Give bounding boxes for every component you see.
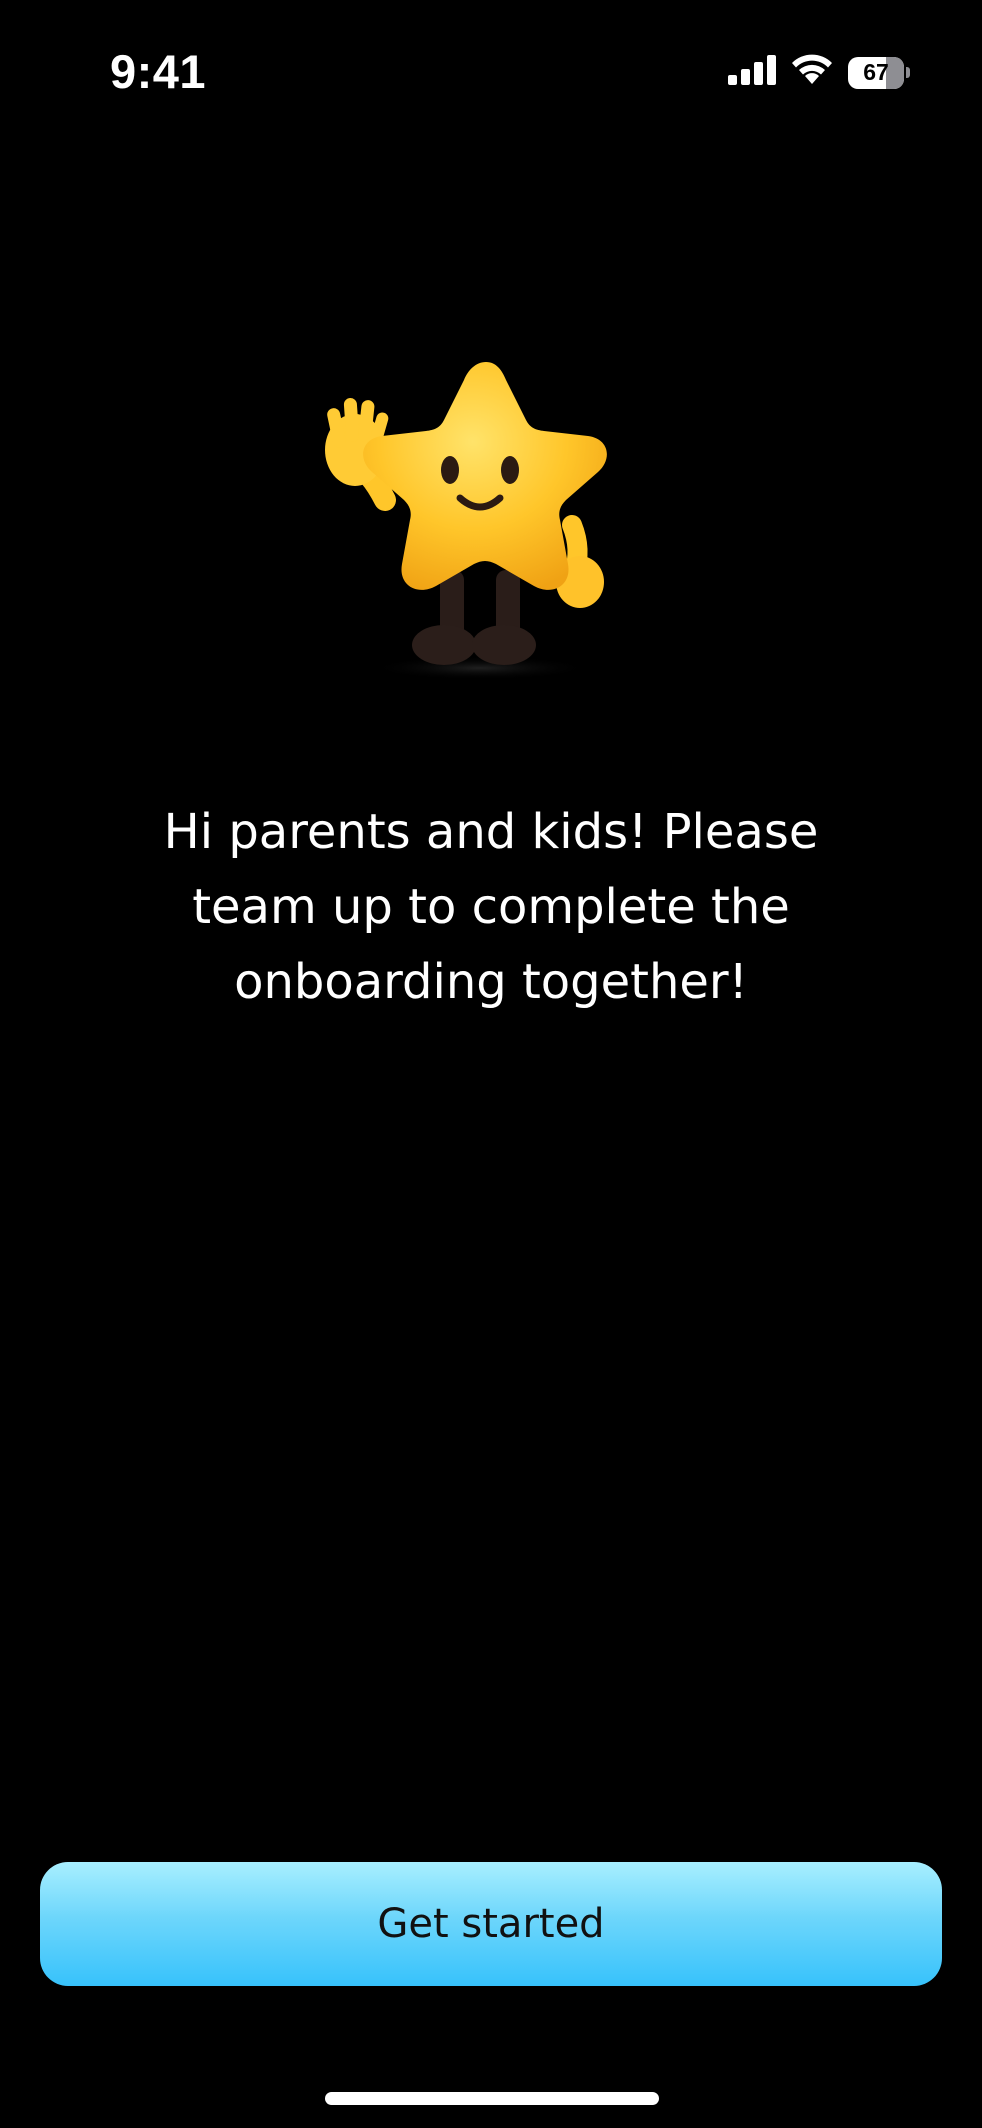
cellular-signal-icon <box>728 55 776 90</box>
battery-level: 67 <box>863 59 889 85</box>
waving-star-mascot-icon <box>320 350 640 680</box>
wifi-icon <box>790 54 834 91</box>
home-indicator[interactable] <box>325 2092 659 2105</box>
onboarding-message: Hi parents and kids! Please team up to c… <box>163 804 819 1010</box>
status-time: 9:41 <box>110 45 207 98</box>
status-icons: 67 <box>728 54 910 91</box>
status-bar: 9:41 67 <box>0 0 982 150</box>
get-started-button[interactable]: Get started <box>40 1862 942 1986</box>
battery-icon: 67 <box>848 56 910 89</box>
